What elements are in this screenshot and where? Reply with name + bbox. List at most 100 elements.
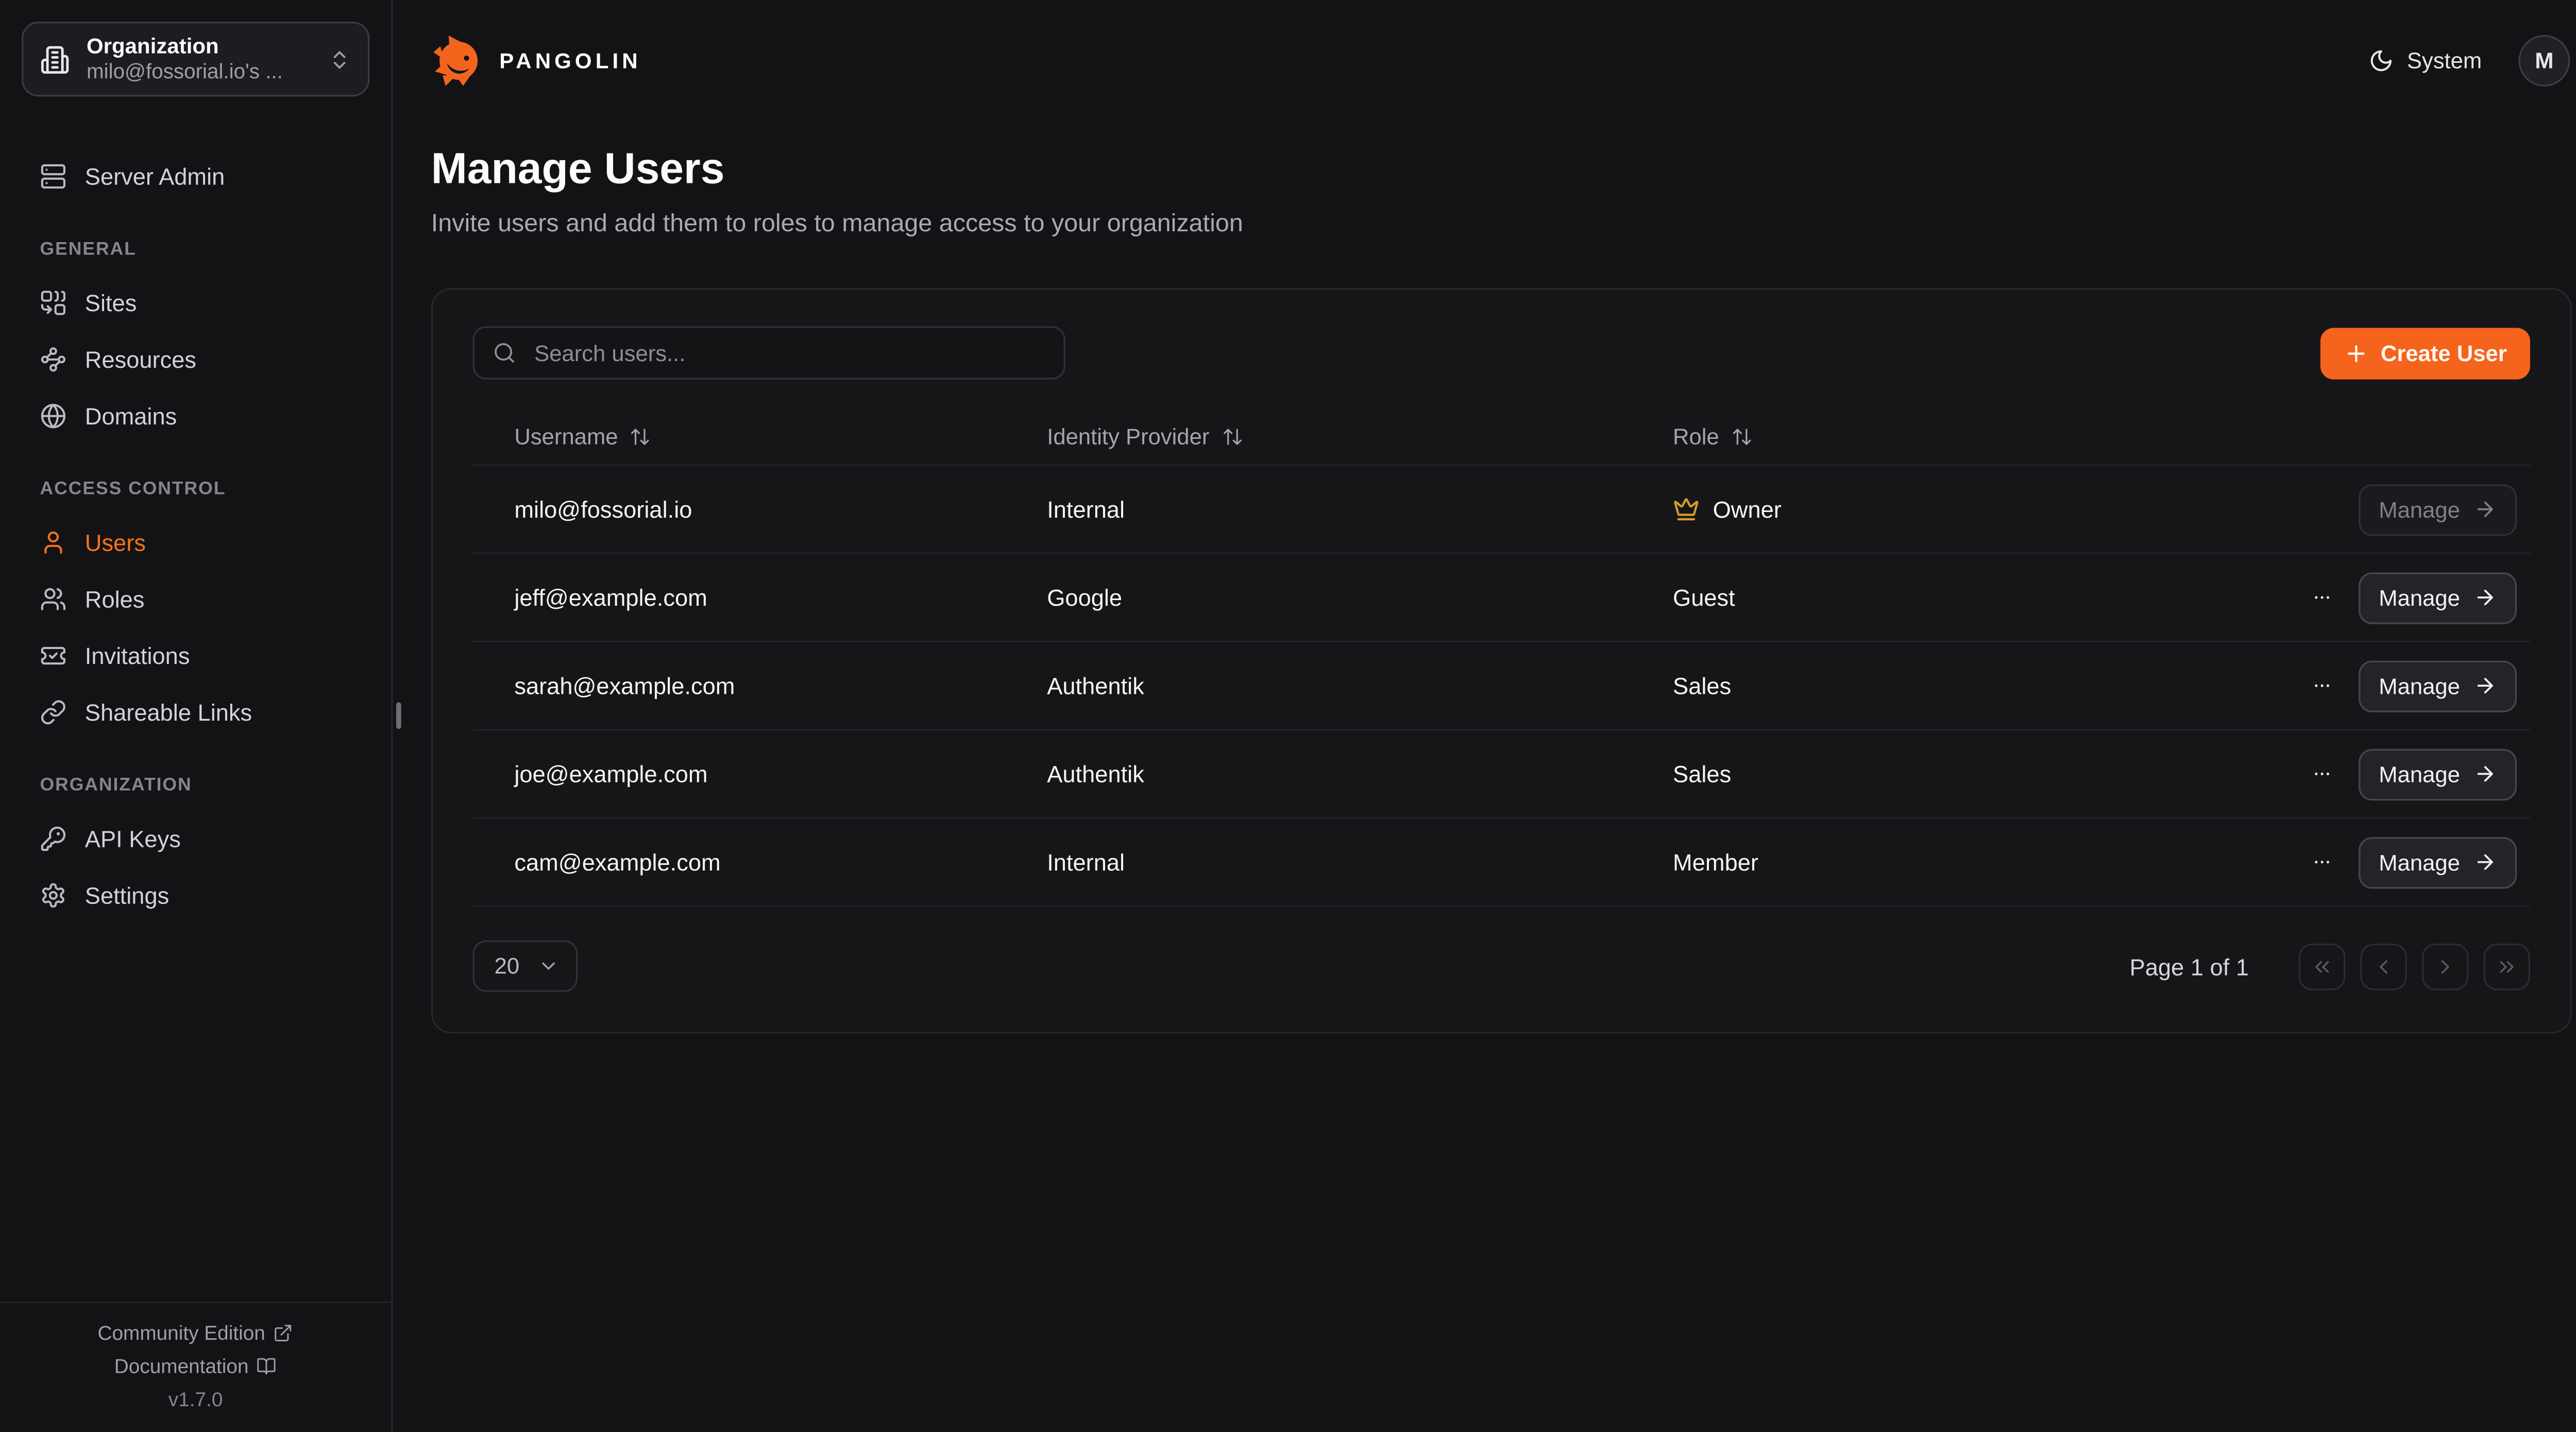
theme-toggle[interactable]: System (2369, 47, 2482, 72)
search-icon (493, 341, 516, 364)
server-icon (40, 163, 67, 190)
last-page-button (2484, 943, 2530, 989)
sort-icon (1731, 426, 1752, 448)
sidebar-item-label: Resources (85, 346, 196, 373)
row-menu-button[interactable] (2302, 754, 2342, 794)
table-row: jeff@example.com Google Guest Manage (473, 554, 2530, 642)
sidebar-item-label: Settings (85, 882, 169, 909)
page-status: Page 1 of 1 (2130, 953, 2249, 980)
role-cell: Member (1673, 849, 2114, 876)
brand-wordmark: PANGOLIN (499, 47, 641, 72)
moon-icon (2369, 47, 2394, 72)
combine-icon (40, 289, 67, 316)
pangolin-logo-icon (431, 32, 486, 88)
sidebar-item-label: Server Admin (85, 163, 225, 190)
row-menu-button[interactable] (2302, 842, 2342, 882)
search-box (473, 326, 1065, 379)
username-cell: cam@example.com (473, 849, 1047, 876)
identity-provider-cell: Google (1047, 584, 1673, 611)
sidebar-item-label: Invitations (85, 642, 190, 669)
manage-button[interactable]: Manage (2359, 660, 2517, 711)
sidebar: Organization milo@fossorial.io's ... Ser… (0, 0, 393, 1431)
row-menu-button[interactable] (2302, 666, 2342, 706)
row-menu-button[interactable] (2302, 577, 2342, 618)
ellipsis-icon (2312, 849, 2332, 876)
brand-logo[interactable]: PANGOLIN (431, 32, 641, 88)
users-icon (40, 586, 67, 612)
table-row: cam@example.com Internal Member Manage (473, 819, 2530, 907)
building-icon (40, 44, 70, 74)
table-row: joe@example.com Authentik Sales Manage (473, 730, 2530, 819)
chevron-right-icon (2434, 954, 2457, 978)
section-label-general: GENERAL (40, 240, 351, 260)
documentation-link[interactable]: Documentation (114, 1355, 277, 1378)
avatar[interactable]: M (2518, 34, 2570, 86)
org-switcher[interactable]: Organization milo@fossorial.io's ... (22, 22, 369, 96)
sidebar-item-resources[interactable]: Resources (40, 341, 351, 378)
sidebar-item-api-keys[interactable]: API Keys (40, 821, 351, 857)
users-table: Username Identity Provider Role (473, 410, 2530, 907)
sidebar-item-server-admin[interactable]: Server Admin (40, 158, 351, 195)
create-user-button[interactable]: Create User (2321, 327, 2530, 379)
sidebar-item-label: API Keys (85, 826, 181, 853)
manage-button[interactable]: Manage (2359, 748, 2517, 799)
sidebar-item-roles[interactable]: Roles (40, 581, 351, 618)
identity-provider-cell: Authentik (1047, 761, 1673, 788)
arrow-right-icon (2473, 498, 2497, 521)
sidebar-item-domains[interactable]: Domains (40, 398, 351, 434)
sidebar-item-sites[interactable]: Sites (40, 284, 351, 321)
next-page-button (2422, 943, 2468, 989)
column-header-role[interactable]: Role (1673, 424, 2114, 449)
page-size-select[interactable]: 20 (473, 940, 578, 992)
sidebar-item-invitations[interactable]: Invitations (40, 637, 351, 674)
sidebar-item-label: Roles (85, 586, 145, 612)
role-cell: Sales (1673, 761, 2114, 788)
sidebar-item-label: Shareable Links (85, 699, 252, 726)
username-cell: jeff@example.com (473, 584, 1047, 611)
table-row: sarah@example.com Authentik Sales Manage (473, 642, 2530, 730)
arrow-right-icon (2473, 674, 2497, 697)
sidebar-item-label: Sites (85, 289, 137, 316)
column-header-username[interactable]: Username (514, 424, 1047, 449)
sidebar-footer: Community Edition Documentation v1.7.0 (0, 1302, 391, 1431)
ellipsis-icon (2312, 584, 2332, 611)
table-row: milo@fossorial.io Internal Owner Manage (473, 466, 2530, 554)
book-open-icon (257, 1356, 277, 1376)
sidebar-item-settings[interactable]: Settings (40, 877, 351, 914)
identity-provider-cell: Authentik (1047, 672, 1673, 699)
gear-icon (40, 882, 67, 909)
page-subtitle: Invite users and add them to roles to ma… (431, 210, 2570, 238)
community-edition-link[interactable]: Community Edition (97, 1321, 293, 1344)
main-content: PANGOLIN System M Manage Users Invite us… (393, 0, 2576, 1431)
arrow-right-icon (2473, 850, 2497, 874)
sidebar-resize-handle[interactable] (396, 702, 401, 729)
role-cell: Sales (1673, 672, 2114, 699)
sidebar-nav: Server Admin GENERAL Sites Resources Dom… (0, 118, 391, 1301)
manage-button: Manage (2359, 484, 2517, 535)
manage-button[interactable]: Manage (2359, 572, 2517, 623)
chevron-left-icon (2372, 954, 2395, 978)
user-icon (40, 529, 67, 556)
sidebar-item-label: Users (85, 529, 146, 556)
chevrons-up-down-icon (328, 47, 351, 71)
users-card: Create User Username Identity Provider (431, 288, 2572, 1033)
topbar: PANGOLIN System M (393, 0, 2576, 120)
column-header-identity-provider[interactable]: Identity Provider (1047, 424, 1673, 449)
sidebar-item-label: Domains (85, 403, 177, 430)
search-input[interactable] (531, 338, 1045, 367)
sidebar-item-shareable-links[interactable]: Shareable Links (40, 694, 351, 730)
sidebar-item-users[interactable]: Users (40, 524, 351, 561)
org-switcher-value: milo@fossorial.io's ... (87, 60, 311, 86)
sort-icon (1221, 426, 1243, 448)
link-icon (40, 699, 67, 726)
crown-icon (1673, 496, 1700, 523)
chevron-down-icon (538, 956, 560, 977)
globe-icon (40, 403, 67, 430)
first-page-button (2299, 943, 2345, 989)
org-switcher-label: Organization (87, 32, 311, 60)
section-label-access-control: ACCESS CONTROL (40, 479, 351, 499)
app-root: Organization milo@fossorial.io's ... Ser… (0, 0, 2576, 1431)
ellipsis-icon (2312, 761, 2332, 788)
manage-button[interactable]: Manage (2359, 837, 2517, 888)
ticket-check-icon (40, 642, 67, 669)
